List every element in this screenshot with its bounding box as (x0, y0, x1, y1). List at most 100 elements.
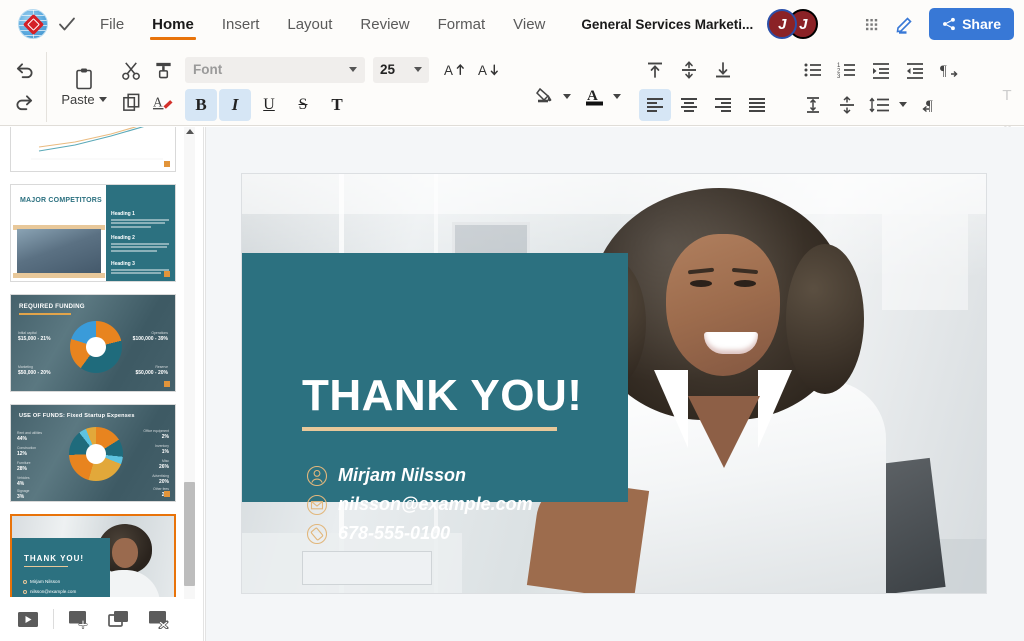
copy-button[interactable] (115, 87, 147, 119)
contact-row-name[interactable]: Mirjam Nilsson (300, 461, 533, 490)
slide-thumb-bullet: Heading 3 (111, 261, 169, 274)
title-underline-rule (302, 427, 557, 431)
right-to-left-button[interactable]: ¶ (915, 89, 947, 121)
chevron-down-icon[interactable] (414, 67, 422, 72)
font-size-select[interactable]: 25 (373, 57, 429, 83)
increase-indent-button[interactable] (865, 54, 897, 86)
slide-title[interactable]: THANK YOU! (302, 371, 582, 421)
save-checkmark-icon[interactable] (54, 11, 80, 37)
text-box-button[interactable]: T (991, 80, 1023, 112)
bold-button[interactable]: B (185, 89, 217, 121)
contact-list: Mirjam Nilsson nilsson@example.com (300, 461, 533, 548)
app-logo-icon[interactable] (18, 9, 48, 39)
share-icon (942, 17, 956, 31)
apps-grid-icon[interactable] (857, 10, 885, 38)
scrollbar-thumb[interactable] (184, 482, 195, 586)
undo-redo-group (8, 52, 47, 122)
align-center-icon (678, 95, 700, 115)
text-effects-button[interactable]: T (321, 89, 353, 121)
slide-thumbnail-list[interactable]: Revenue Rates MAJOR COMPETITORS Heading … (0, 127, 186, 597)
contact-row-phone[interactable]: 678-555-0100 (300, 519, 533, 548)
shrink-font-button[interactable]: A (473, 54, 505, 86)
slide-thumbnail-2[interactable]: MAJOR COMPETITORS Heading 1 Heading 2 He… (10, 184, 176, 282)
cut-button[interactable] (115, 55, 147, 87)
menu-item-file[interactable]: File (86, 0, 138, 48)
copy-icon (121, 92, 142, 113)
envelope-icon (300, 492, 334, 518)
bold-label: B (195, 95, 206, 115)
align-top-button[interactable] (639, 54, 671, 86)
panel-divider (205, 127, 206, 641)
chevron-down-icon[interactable] (899, 102, 907, 107)
slide-thumbnail-3[interactable]: REQUIRED FUNDING Initial capital $15,000… (10, 294, 176, 392)
underline-label: U (263, 96, 275, 114)
align-left-button[interactable] (639, 89, 671, 121)
pen-edit-icon[interactable] (889, 10, 919, 38)
chevron-down-icon[interactable] (99, 97, 107, 102)
align-justify-button[interactable] (741, 89, 773, 121)
font-color-icon: A (584, 85, 606, 108)
left-to-right-button[interactable]: ¶ (933, 54, 965, 86)
menu-item-format[interactable]: Format (424, 0, 500, 48)
duplicate-slide-button[interactable] (104, 606, 134, 632)
left-to-right-icon: ¶ (938, 60, 960, 80)
start-slideshow-button[interactable] (13, 606, 43, 632)
decrease-indent-button[interactable] (899, 54, 931, 86)
align-bottom-button[interactable] (707, 54, 739, 86)
stretch-vertical-icon (802, 95, 824, 115)
stretch-vertical-button[interactable] (797, 89, 829, 121)
paste-label-row: Paste (61, 92, 106, 107)
menu-item-home[interactable]: Home (138, 0, 208, 48)
grow-font-button[interactable]: A (439, 54, 471, 86)
align-justify-icon (746, 95, 768, 115)
decrease-indent-icon (904, 60, 926, 80)
redo-button[interactable] (8, 87, 40, 119)
funds-label: Vehicles 4% (17, 476, 30, 487)
thank-you-text-block[interactable]: THANK YOU! Mirjam Nilsson (242, 253, 628, 502)
menu-item-view[interactable]: View (499, 0, 559, 48)
font-color-button[interactable]: A (579, 81, 611, 113)
chevron-down-icon[interactable] (563, 94, 571, 99)
line-spacing-button[interactable] (865, 89, 897, 121)
align-center-button[interactable] (673, 89, 705, 121)
menubar-right-actions: Share (857, 8, 1014, 40)
bullet-list-button[interactable] (797, 54, 829, 86)
font-family-select[interactable]: Font (185, 57, 365, 83)
undo-button[interactable] (8, 55, 40, 87)
clear-formatting-button[interactable]: A (147, 87, 179, 119)
strikethrough-button[interactable]: S (287, 89, 319, 121)
funding-label: Initial capital $15,000 - 21% (18, 331, 51, 342)
align-right-button[interactable] (707, 89, 739, 121)
slide-thumbnail-1[interactable]: Revenue Rates (10, 127, 176, 172)
slide-thumb-heading: Heading 1 (111, 211, 169, 217)
paste-button[interactable]: Paste (53, 52, 115, 122)
scroll-up-arrow-icon[interactable] (186, 129, 194, 134)
menu-item-review[interactable]: Review (346, 0, 423, 48)
numbered-list-icon: 123 (836, 60, 858, 80)
italic-button[interactable]: I (219, 89, 251, 121)
slide-thumbnail-5[interactable]: THANK YOU! Mirjam Nilsson nilsson@exampl… (10, 514, 176, 597)
chevron-down-icon[interactable] (613, 94, 621, 99)
document-title[interactable]: General Services Marketi... (581, 17, 753, 32)
slide-panel-scrollbar[interactable] (184, 127, 195, 599)
delete-slide-button[interactable] (144, 606, 174, 632)
menu-item-layout[interactable]: Layout (273, 0, 346, 48)
phone-icon (300, 521, 334, 547)
slide-thumbnail-4[interactable]: USE OF FUNDS: Fixed Startup Expenses Ren… (10, 404, 176, 502)
format-painter-button[interactable] (147, 55, 179, 87)
numbered-list-button[interactable]: 123 (831, 54, 863, 86)
new-slide-button[interactable] (64, 606, 94, 632)
contact-phone: 678-555-0100 (338, 523, 450, 544)
slide-canvas-area[interactable]: THANK YOU! Mirjam Nilsson (205, 127, 1024, 641)
align-middle-button[interactable] (673, 54, 705, 86)
distribute-vertical-button[interactable] (831, 89, 863, 121)
chevron-down-icon[interactable] (349, 67, 357, 72)
active-slide[interactable]: THANK YOU! Mirjam Nilsson (242, 174, 986, 593)
underline-button[interactable]: U (253, 89, 285, 121)
scissors-cut-icon (121, 60, 142, 81)
contact-row-email[interactable]: nilsson@example.com (300, 490, 533, 519)
highlight-color-button[interactable] (529, 81, 561, 113)
menu-item-insert[interactable]: Insert (208, 0, 274, 48)
svg-text:A: A (153, 94, 163, 109)
share-button[interactable]: Share (929, 8, 1014, 40)
